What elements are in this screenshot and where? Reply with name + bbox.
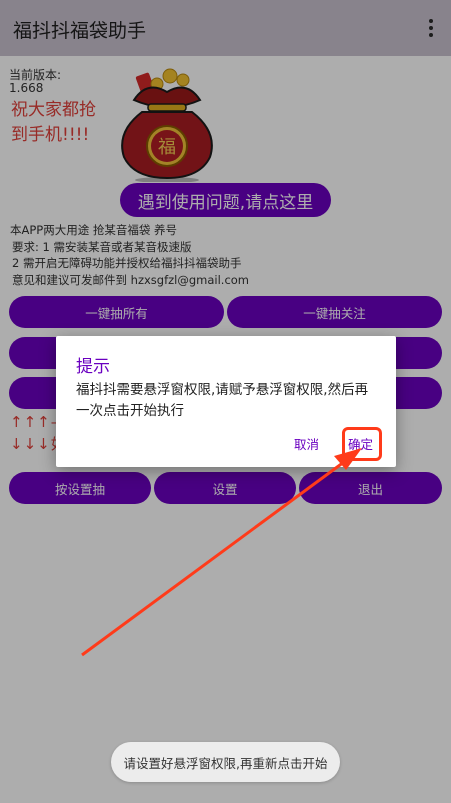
- dialog-cancel-button[interactable]: 取消: [294, 434, 319, 453]
- dialog-title: 提示: [76, 357, 110, 377]
- ok-highlight-box: [342, 427, 382, 461]
- dialog-message: 福抖抖需要悬浮窗权限,请赋予悬浮窗权限,然后再一次点击开始执行: [76, 382, 369, 419]
- toast-message: 请设置好悬浮窗权限,再重新点击开始: [111, 742, 340, 782]
